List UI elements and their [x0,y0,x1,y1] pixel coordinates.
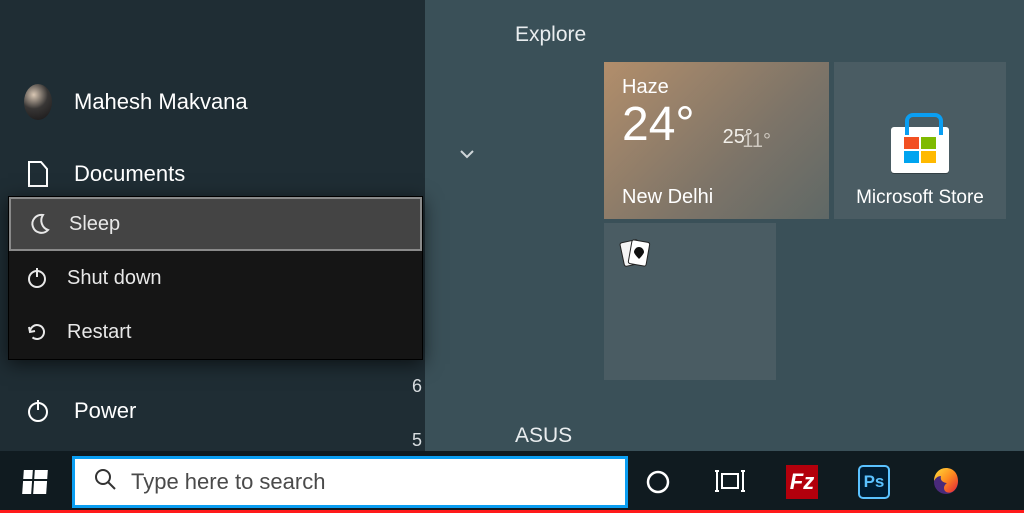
documents-label: Documents [74,161,185,187]
power-item[interactable]: Power [0,383,425,439]
search-placeholder: Type here to search [131,469,325,495]
weather-low: 11° [742,130,771,153]
moon-icon [27,213,51,235]
microsoft-store-tile[interactable]: Microsoft Store [834,62,1006,219]
chevron-down-icon[interactable] [458,145,476,168]
photoshop-icon: Ps [858,465,890,499]
power-icon [24,398,52,424]
group-header-asus[interactable]: ASUS [515,424,572,448]
photoshop-button[interactable]: Ps [858,466,890,498]
cortana-button[interactable] [642,466,674,498]
cortana-icon [645,469,671,495]
restart-icon [25,321,49,343]
user-account-item[interactable]: Mahesh Makvana [0,74,425,130]
filezilla-button[interactable]: Fz [786,466,818,498]
start-button[interactable] [0,451,70,513]
sleep-option[interactable]: Sleep [9,197,422,251]
restart-label: Restart [67,321,131,344]
power-label: Power [74,398,136,424]
store-label: Microsoft Store [856,187,984,209]
avatar-icon [24,84,52,120]
firefox-icon [930,466,962,498]
group-header-explore[interactable]: Explore [515,23,586,47]
task-view-icon [715,470,745,494]
solitaire-tile[interactable] [604,223,776,380]
weather-tile[interactable]: Haze 24° 25° 11° New Delhi [604,62,829,219]
store-icon [891,127,949,173]
weather-condition: Haze [622,76,811,99]
badge-count: 6 [412,376,422,397]
power-options-flyout: Sleep Shut down Restart [8,196,423,360]
documents-item[interactable]: Documents [0,146,425,202]
weather-temp: 24° [622,101,695,149]
cards-icon [618,235,654,271]
filezilla-icon: Fz [786,465,818,499]
windows-logo-icon [22,470,48,494]
badge-count: 5 [412,430,422,451]
document-icon [24,161,52,187]
firefox-button[interactable] [930,466,962,498]
search-icon [93,467,117,497]
shutdown-label: Shut down [67,267,162,290]
search-input[interactable]: Type here to search [72,456,628,508]
shutdown-option[interactable]: Shut down [9,251,422,305]
user-name-label: Mahesh Makvana [74,89,248,115]
sleep-label: Sleep [69,213,120,236]
restart-option[interactable]: Restart [9,305,422,359]
task-view-button[interactable] [714,466,746,498]
power-icon [25,267,49,289]
taskbar: Type here to search Fz Ps [0,451,1024,513]
weather-city: New Delhi [622,186,713,209]
